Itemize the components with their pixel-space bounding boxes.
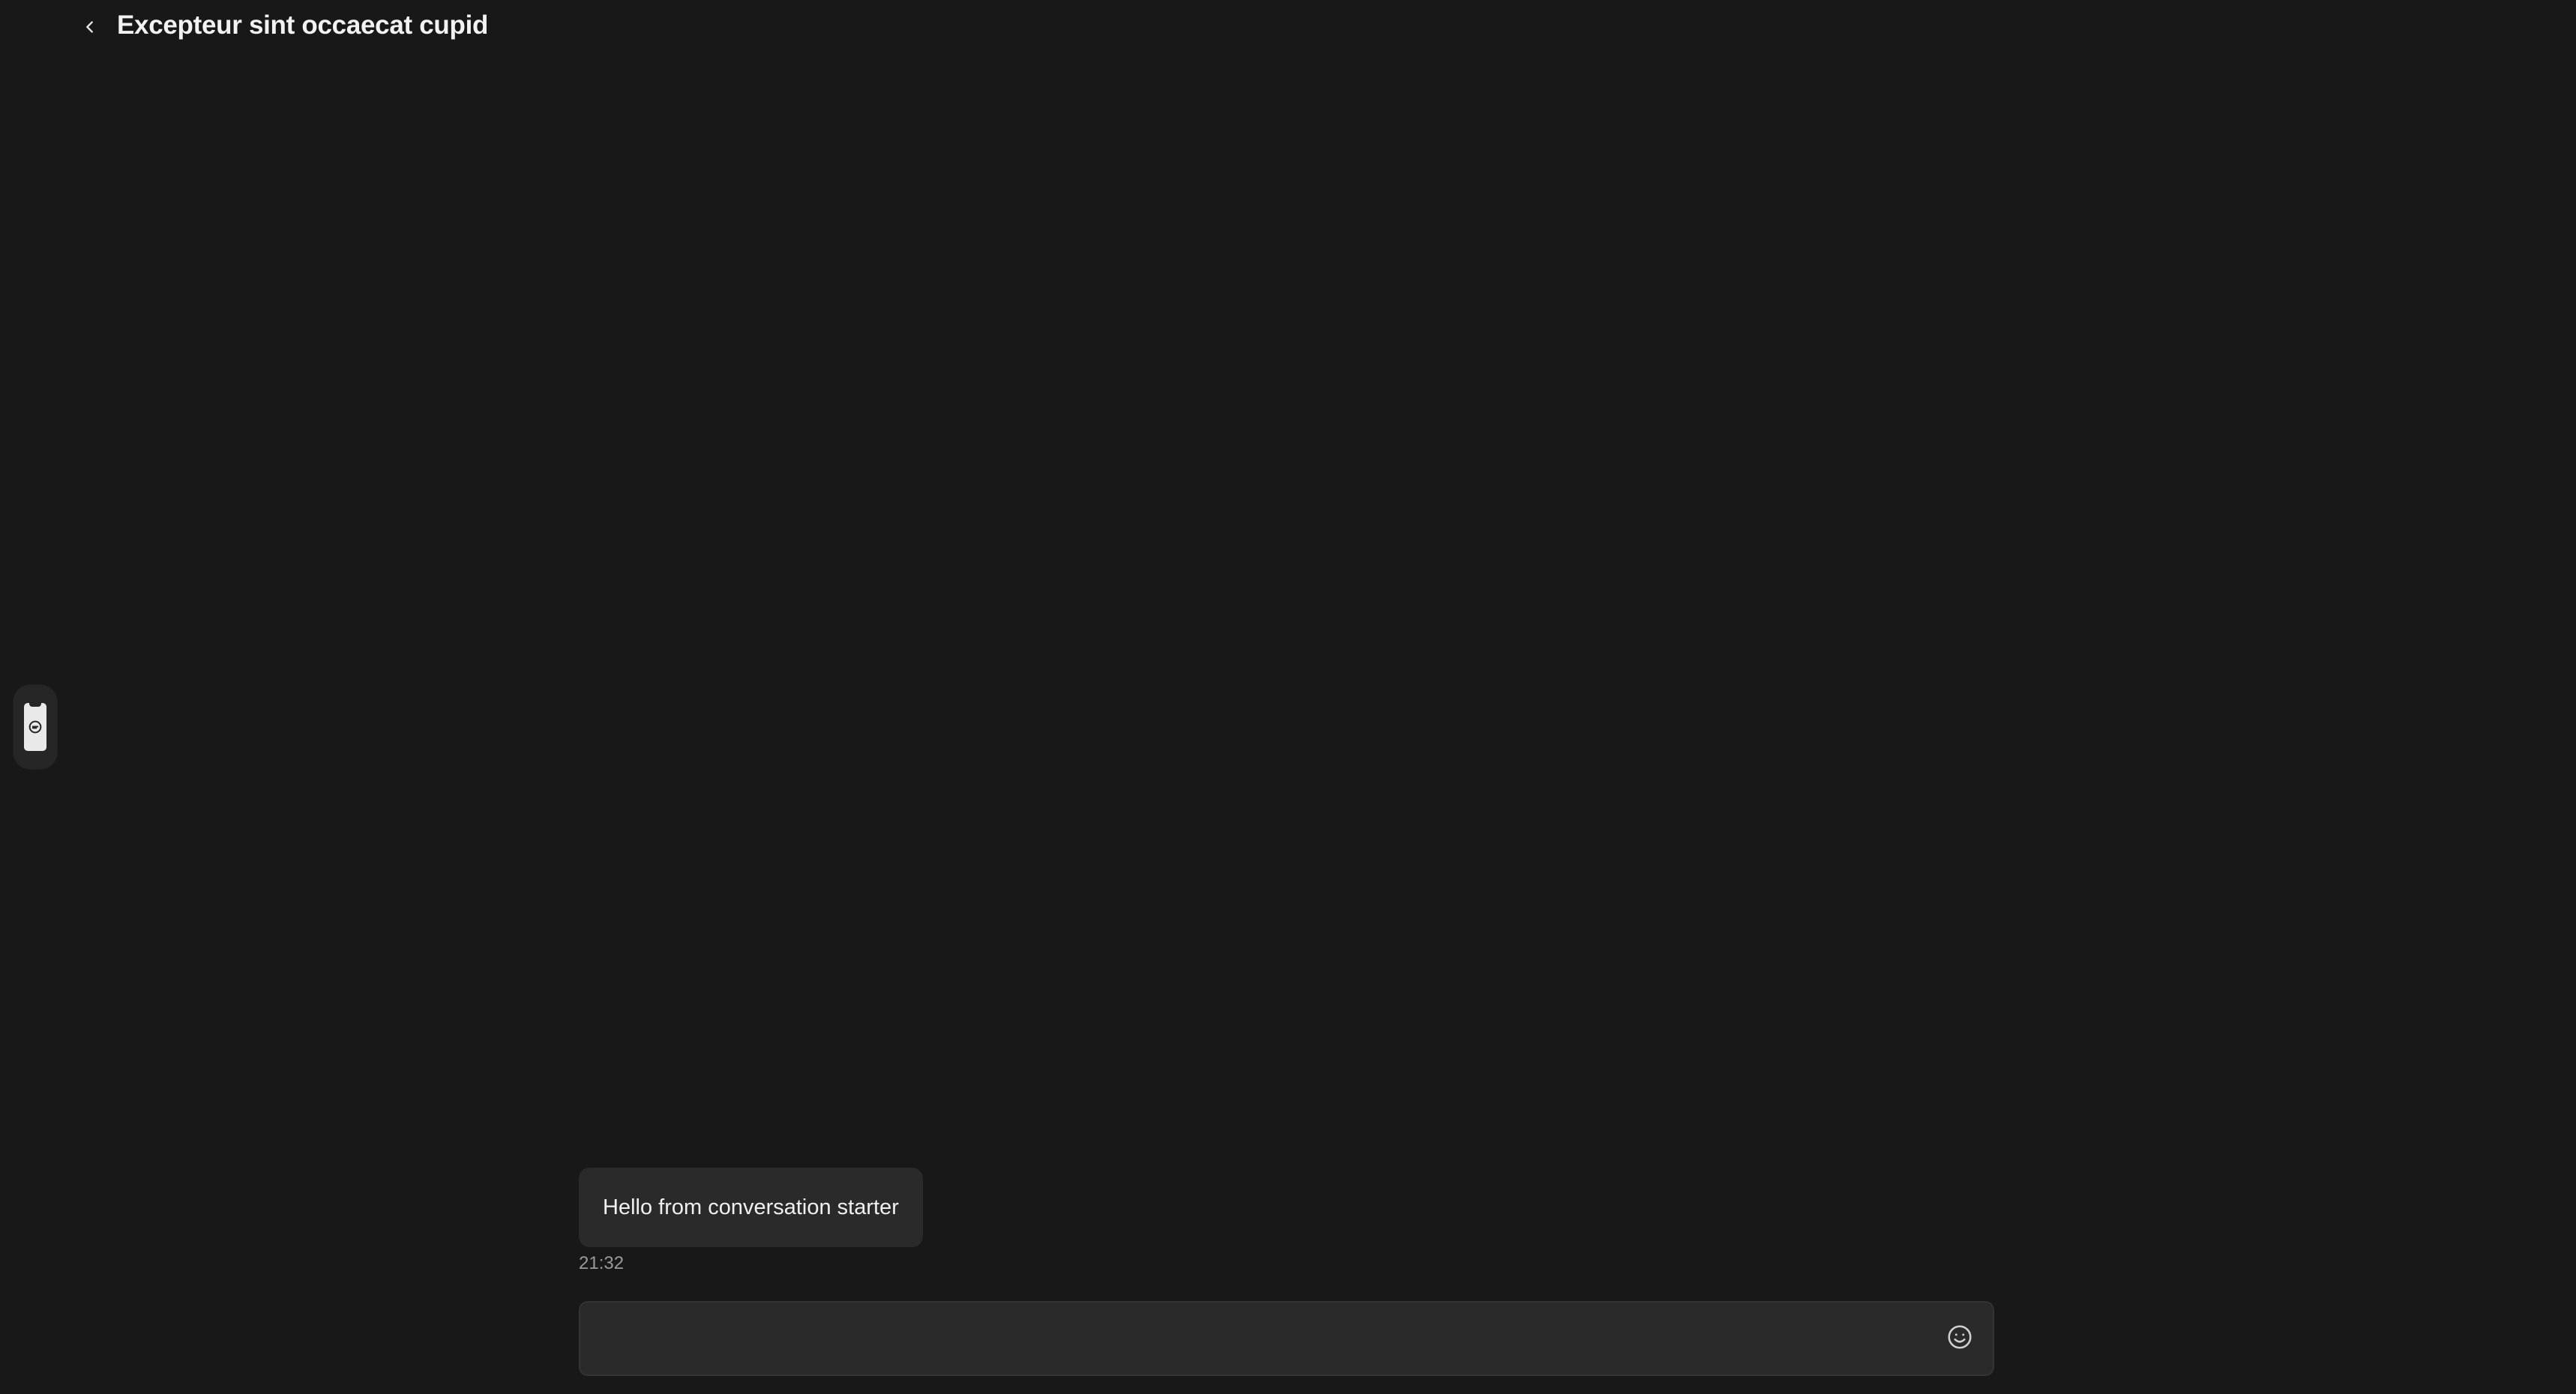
chat-window: Excepteur sint occaecat cupid Hello from…: [0, 0, 2576, 1394]
emoji-button[interactable]: [1943, 1322, 1976, 1355]
smiley-icon: [1945, 1323, 1974, 1355]
phone-chat-icon: [24, 703, 46, 751]
page-title: Excepteur sint occaecat cupid: [117, 10, 489, 40]
message-composer: [579, 1301, 1994, 1376]
chevron-left-icon: [82, 19, 98, 39]
message-input[interactable]: [580, 1303, 1930, 1375]
back-button[interactable]: [75, 13, 105, 43]
message-bubble: Hello from conversation starter: [579, 1168, 923, 1247]
side-panel-toggle[interactable]: [13, 685, 57, 769]
message-timestamp: 21:32: [579, 1253, 625, 1273]
message-text: Hello from conversation starter: [603, 1195, 899, 1219]
